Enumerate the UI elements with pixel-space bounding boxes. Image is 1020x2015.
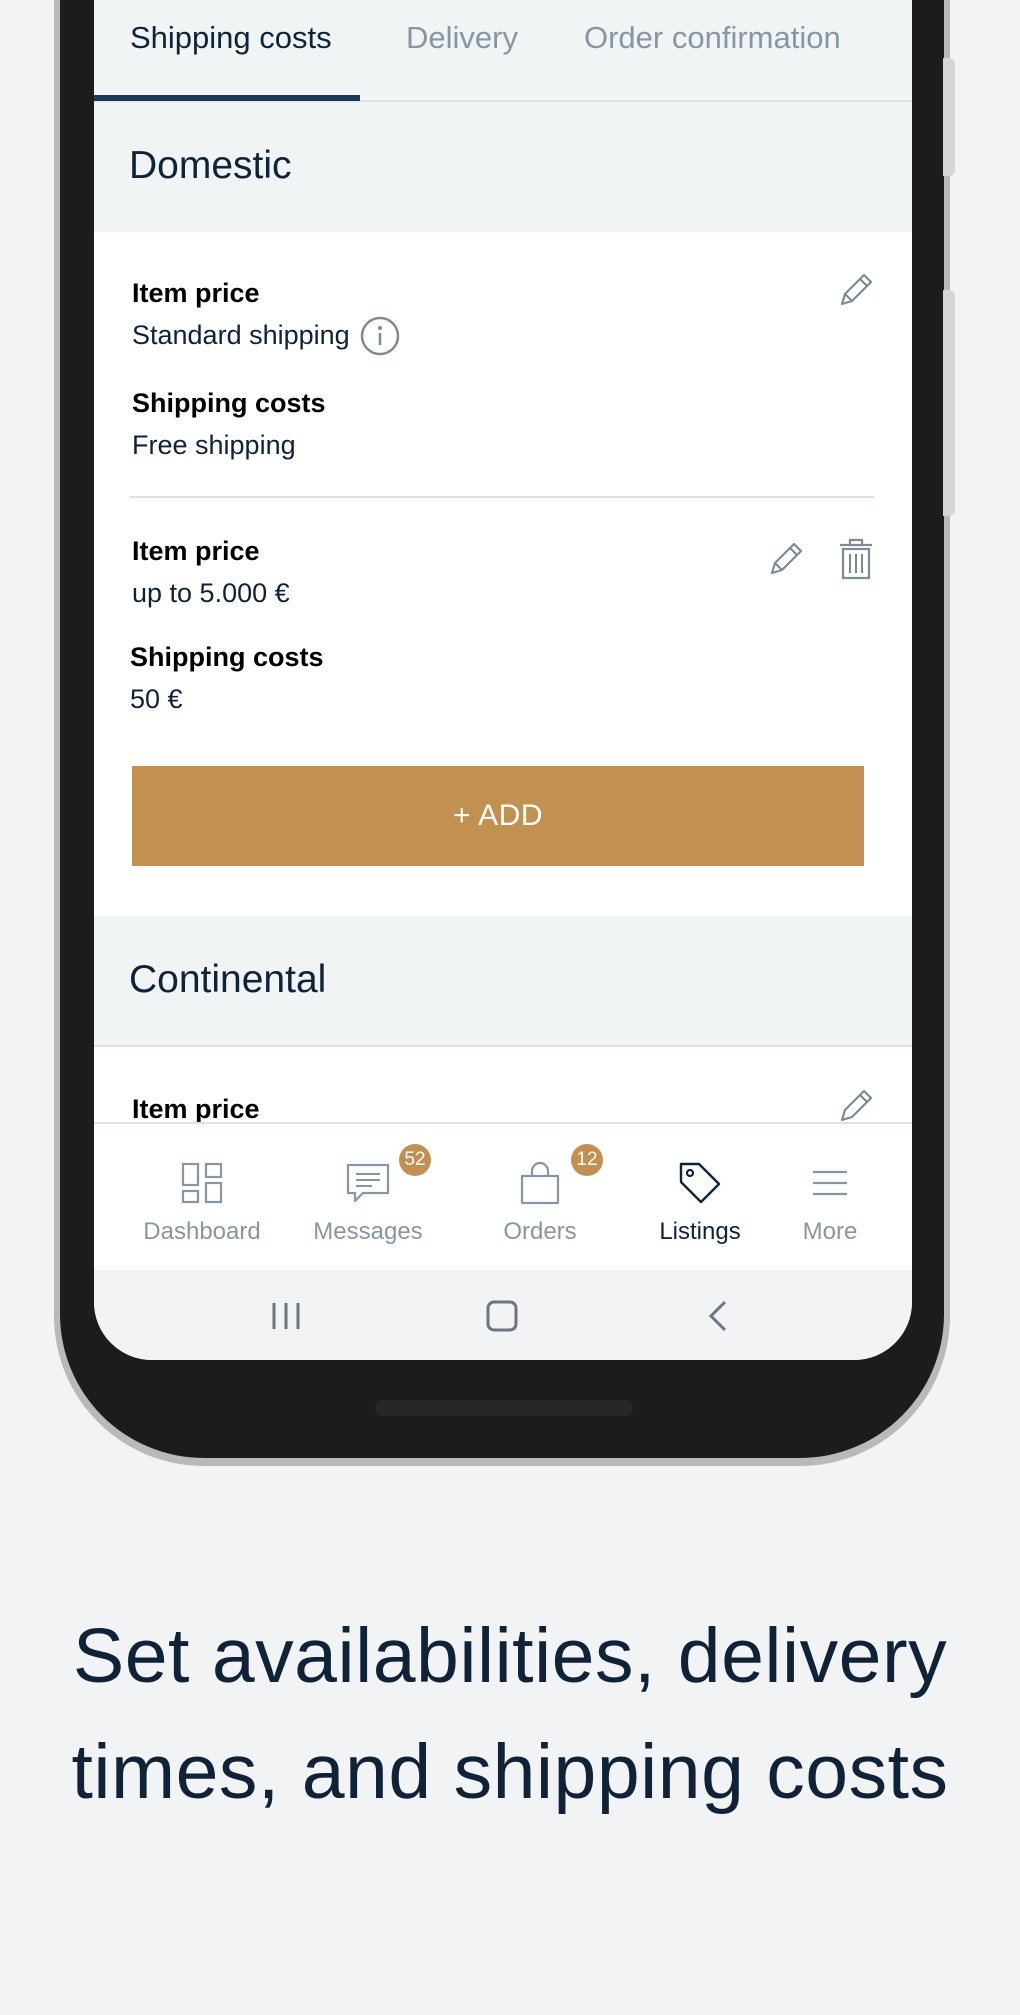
- tag-icon: [677, 1160, 723, 1206]
- section-header-continental: Continental: [94, 916, 912, 1046]
- active-tab-indicator: [94, 95, 360, 101]
- shipping-costs-value: 50 €: [130, 684, 183, 714]
- phone-speaker: [375, 1400, 633, 1416]
- tab-shipping-costs[interactable]: Shipping costs: [130, 20, 332, 56]
- info-icon[interactable]: [360, 316, 400, 356]
- nav-label: Messages: [313, 1218, 423, 1245]
- nav-messages[interactable]: 52 Messages: [312, 1124, 431, 1270]
- pencil-icon: [840, 1089, 873, 1122]
- orders-bag-icon: 12: [517, 1144, 603, 1206]
- edit-row-button[interactable]: [832, 266, 880, 314]
- item-price-label: Item price: [132, 1094, 260, 1124]
- nav-listings[interactable]: Listings: [644, 1124, 756, 1270]
- marketing-caption-line-2: times, and shipping costs: [71, 1729, 949, 1815]
- nav-more[interactable]: More: [774, 1124, 886, 1270]
- nav-orders[interactable]: 12 Orders: [484, 1124, 603, 1270]
- tab-bar: Shipping costs Delivery Order confirmati…: [94, 0, 912, 102]
- bottom-navigation: Dashboard 52 Messages 12 Orders Listings…: [94, 1122, 912, 1270]
- item-price-value: up to 5.000 €: [132, 578, 290, 608]
- add-shipping-rule-button[interactable]: + ADD: [132, 766, 864, 866]
- nav-label: More: [802, 1218, 858, 1245]
- section-header-domestic: Domestic: [94, 102, 912, 232]
- section-title: Continental: [129, 958, 327, 1001]
- nav-label: Dashboard: [143, 1218, 261, 1245]
- pencil-icon: [770, 542, 803, 575]
- shipping-costs-value: Free shipping: [132, 430, 296, 460]
- messages-badge: 52: [399, 1144, 431, 1176]
- row-divider: [130, 496, 874, 498]
- android-system-bar: [94, 1270, 912, 1360]
- delete-row-button[interactable]: [832, 535, 880, 583]
- item-price-label: Item price: [132, 278, 260, 308]
- home-button[interactable]: [478, 1292, 526, 1340]
- nav-label: Orders: [503, 1218, 577, 1245]
- back-button[interactable]: [694, 1292, 742, 1340]
- back-chevron-icon: [708, 1300, 727, 1332]
- orders-badge: 12: [571, 1144, 603, 1176]
- item-price-value: Standard shipping: [132, 320, 350, 350]
- edit-row-button[interactable]: [762, 535, 810, 583]
- item-price-label: Item price: [132, 536, 260, 566]
- home-icon: [486, 1300, 518, 1332]
- recent-apps-icon: [272, 1303, 300, 1329]
- nav-dashboard[interactable]: Dashboard: [143, 1124, 261, 1270]
- tab-order-confirmation[interactable]: Order confirmation: [584, 20, 841, 56]
- nav-label: Listings: [659, 1218, 741, 1245]
- app-screen: Shipping costs Delivery Order confirmati…: [94, 0, 912, 1360]
- dashboard-icon: [179, 1160, 225, 1206]
- phone-volume-button: [943, 58, 955, 176]
- marketing-caption-line-1: Set availabilities, delivery: [72, 1613, 948, 1699]
- shipping-costs-label: Shipping costs: [130, 642, 324, 672]
- shipping-costs-label: Shipping costs: [132, 388, 326, 418]
- section-title: Domestic: [129, 144, 292, 187]
- menu-icon: [807, 1160, 853, 1206]
- tab-delivery[interactable]: Delivery: [406, 20, 518, 56]
- messages-icon: 52: [345, 1144, 431, 1206]
- pencil-icon: [840, 273, 873, 306]
- section-divider: [94, 1045, 912, 1047]
- trash-icon: [840, 538, 872, 580]
- phone-power-button: [943, 290, 955, 516]
- recent-apps-button[interactable]: [262, 1292, 310, 1340]
